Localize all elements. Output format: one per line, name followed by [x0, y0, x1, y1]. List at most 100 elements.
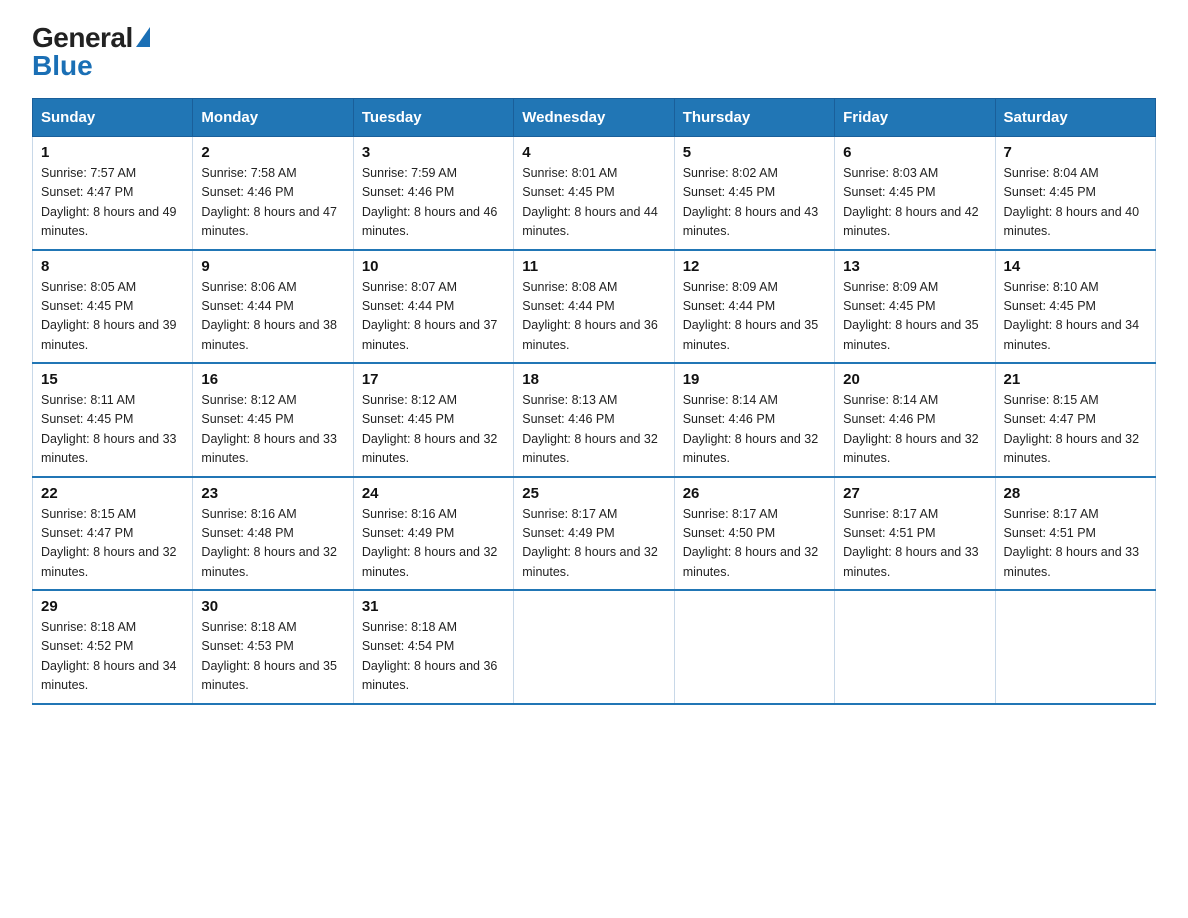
- calendar-cell: 27 Sunrise: 8:17 AMSunset: 4:51 PMDaylig…: [835, 477, 995, 591]
- day-detail: Sunrise: 8:08 AMSunset: 4:44 PMDaylight:…: [522, 280, 658, 352]
- calendar-table: SundayMondayTuesdayWednesdayThursdayFrid…: [32, 98, 1156, 705]
- day-number: 11: [522, 258, 665, 275]
- calendar-cell: [674, 590, 834, 704]
- day-number: 18: [522, 371, 665, 388]
- day-detail: Sunrise: 8:13 AMSunset: 4:46 PMDaylight:…: [522, 393, 658, 465]
- calendar-cell: 9 Sunrise: 8:06 AMSunset: 4:44 PMDayligh…: [193, 250, 353, 364]
- calendar-cell: 20 Sunrise: 8:14 AMSunset: 4:46 PMDaylig…: [835, 363, 995, 477]
- logo-general-text: General: [32, 24, 133, 52]
- day-detail: Sunrise: 8:17 AMSunset: 4:51 PMDaylight:…: [843, 507, 979, 579]
- header-monday: Monday: [193, 99, 353, 137]
- calendar-week-row: 29 Sunrise: 8:18 AMSunset: 4:52 PMDaylig…: [33, 590, 1156, 704]
- calendar-cell: 2 Sunrise: 7:58 AMSunset: 4:46 PMDayligh…: [193, 137, 353, 250]
- day-number: 27: [843, 485, 986, 502]
- day-number: 29: [41, 598, 184, 615]
- day-number: 25: [522, 485, 665, 502]
- calendar-cell: 3 Sunrise: 7:59 AMSunset: 4:46 PMDayligh…: [353, 137, 513, 250]
- calendar-cell: 14 Sunrise: 8:10 AMSunset: 4:45 PMDaylig…: [995, 250, 1155, 364]
- day-detail: Sunrise: 8:18 AMSunset: 4:53 PMDaylight:…: [201, 620, 337, 692]
- calendar-cell: 24 Sunrise: 8:16 AMSunset: 4:49 PMDaylig…: [353, 477, 513, 591]
- day-detail: Sunrise: 8:03 AMSunset: 4:45 PMDaylight:…: [843, 166, 979, 238]
- day-detail: Sunrise: 8:07 AMSunset: 4:44 PMDaylight:…: [362, 280, 498, 352]
- calendar-cell: 17 Sunrise: 8:12 AMSunset: 4:45 PMDaylig…: [353, 363, 513, 477]
- day-number: 15: [41, 371, 184, 388]
- calendar-cell: 10 Sunrise: 8:07 AMSunset: 4:44 PMDaylig…: [353, 250, 513, 364]
- day-number: 14: [1004, 258, 1147, 275]
- calendar-cell: 31 Sunrise: 8:18 AMSunset: 4:54 PMDaylig…: [353, 590, 513, 704]
- calendar-cell: 1 Sunrise: 7:57 AMSunset: 4:47 PMDayligh…: [33, 137, 193, 250]
- day-detail: Sunrise: 8:18 AMSunset: 4:52 PMDaylight:…: [41, 620, 177, 692]
- calendar-cell: 29 Sunrise: 8:18 AMSunset: 4:52 PMDaylig…: [33, 590, 193, 704]
- calendar-cell: 15 Sunrise: 8:11 AMSunset: 4:45 PMDaylig…: [33, 363, 193, 477]
- day-detail: Sunrise: 8:09 AMSunset: 4:44 PMDaylight:…: [683, 280, 819, 352]
- calendar-week-row: 15 Sunrise: 8:11 AMSunset: 4:45 PMDaylig…: [33, 363, 1156, 477]
- logo-blue-text: Blue: [32, 52, 93, 80]
- calendar-cell: 25 Sunrise: 8:17 AMSunset: 4:49 PMDaylig…: [514, 477, 674, 591]
- calendar-week-row: 8 Sunrise: 8:05 AMSunset: 4:45 PMDayligh…: [33, 250, 1156, 364]
- calendar-cell: 4 Sunrise: 8:01 AMSunset: 4:45 PMDayligh…: [514, 137, 674, 250]
- day-detail: Sunrise: 8:12 AMSunset: 4:45 PMDaylight:…: [201, 393, 337, 465]
- calendar-cell: 11 Sunrise: 8:08 AMSunset: 4:44 PMDaylig…: [514, 250, 674, 364]
- header-sunday: Sunday: [33, 99, 193, 137]
- calendar-cell: 5 Sunrise: 8:02 AMSunset: 4:45 PMDayligh…: [674, 137, 834, 250]
- day-number: 5: [683, 144, 826, 161]
- day-number: 16: [201, 371, 344, 388]
- calendar-cell: 16 Sunrise: 8:12 AMSunset: 4:45 PMDaylig…: [193, 363, 353, 477]
- calendar-cell: 19 Sunrise: 8:14 AMSunset: 4:46 PMDaylig…: [674, 363, 834, 477]
- calendar-cell: 7 Sunrise: 8:04 AMSunset: 4:45 PMDayligh…: [995, 137, 1155, 250]
- calendar-week-row: 1 Sunrise: 7:57 AMSunset: 4:47 PMDayligh…: [33, 137, 1156, 250]
- calendar-cell: 18 Sunrise: 8:13 AMSunset: 4:46 PMDaylig…: [514, 363, 674, 477]
- day-detail: Sunrise: 8:17 AMSunset: 4:51 PMDaylight:…: [1004, 507, 1140, 579]
- day-number: 24: [362, 485, 505, 502]
- day-number: 1: [41, 144, 184, 161]
- day-number: 12: [683, 258, 826, 275]
- day-number: 6: [843, 144, 986, 161]
- calendar-cell: 26 Sunrise: 8:17 AMSunset: 4:50 PMDaylig…: [674, 477, 834, 591]
- day-detail: Sunrise: 8:10 AMSunset: 4:45 PMDaylight:…: [1004, 280, 1140, 352]
- calendar-cell: 30 Sunrise: 8:18 AMSunset: 4:53 PMDaylig…: [193, 590, 353, 704]
- day-number: 20: [843, 371, 986, 388]
- calendar-cell: 13 Sunrise: 8:09 AMSunset: 4:45 PMDaylig…: [835, 250, 995, 364]
- day-detail: Sunrise: 8:12 AMSunset: 4:45 PMDaylight:…: [362, 393, 498, 465]
- day-detail: Sunrise: 8:16 AMSunset: 4:48 PMDaylight:…: [201, 507, 337, 579]
- header-wednesday: Wednesday: [514, 99, 674, 137]
- day-number: 26: [683, 485, 826, 502]
- calendar-cell: 8 Sunrise: 8:05 AMSunset: 4:45 PMDayligh…: [33, 250, 193, 364]
- day-detail: Sunrise: 8:16 AMSunset: 4:49 PMDaylight:…: [362, 507, 498, 579]
- day-number: 9: [201, 258, 344, 275]
- day-detail: Sunrise: 8:15 AMSunset: 4:47 PMDaylight:…: [41, 507, 177, 579]
- day-number: 7: [1004, 144, 1147, 161]
- day-number: 30: [201, 598, 344, 615]
- calendar-cell: 12 Sunrise: 8:09 AMSunset: 4:44 PMDaylig…: [674, 250, 834, 364]
- day-detail: Sunrise: 7:59 AMSunset: 4:46 PMDaylight:…: [362, 166, 498, 238]
- day-detail: Sunrise: 8:17 AMSunset: 4:49 PMDaylight:…: [522, 507, 658, 579]
- day-number: 3: [362, 144, 505, 161]
- header-thursday: Thursday: [674, 99, 834, 137]
- header-tuesday: Tuesday: [353, 99, 513, 137]
- calendar-header-row: SundayMondayTuesdayWednesdayThursdayFrid…: [33, 99, 1156, 137]
- day-number: 10: [362, 258, 505, 275]
- calendar-cell: [514, 590, 674, 704]
- header-friday: Friday: [835, 99, 995, 137]
- day-number: 4: [522, 144, 665, 161]
- day-detail: Sunrise: 8:06 AMSunset: 4:44 PMDaylight:…: [201, 280, 337, 352]
- day-number: 19: [683, 371, 826, 388]
- day-number: 28: [1004, 485, 1147, 502]
- calendar-cell: 23 Sunrise: 8:16 AMSunset: 4:48 PMDaylig…: [193, 477, 353, 591]
- calendar-cell: [995, 590, 1155, 704]
- day-detail: Sunrise: 8:15 AMSunset: 4:47 PMDaylight:…: [1004, 393, 1140, 465]
- day-number: 21: [1004, 371, 1147, 388]
- day-number: 17: [362, 371, 505, 388]
- calendar-cell: 21 Sunrise: 8:15 AMSunset: 4:47 PMDaylig…: [995, 363, 1155, 477]
- day-detail: Sunrise: 7:58 AMSunset: 4:46 PMDaylight:…: [201, 166, 337, 238]
- day-number: 31: [362, 598, 505, 615]
- day-detail: Sunrise: 8:04 AMSunset: 4:45 PMDaylight:…: [1004, 166, 1140, 238]
- day-number: 23: [201, 485, 344, 502]
- logo: General Blue: [32, 24, 150, 80]
- calendar-cell: 28 Sunrise: 8:17 AMSunset: 4:51 PMDaylig…: [995, 477, 1155, 591]
- day-number: 8: [41, 258, 184, 275]
- day-detail: Sunrise: 8:05 AMSunset: 4:45 PMDaylight:…: [41, 280, 177, 352]
- day-detail: Sunrise: 8:18 AMSunset: 4:54 PMDaylight:…: [362, 620, 498, 692]
- day-detail: Sunrise: 8:14 AMSunset: 4:46 PMDaylight:…: [683, 393, 819, 465]
- calendar-week-row: 22 Sunrise: 8:15 AMSunset: 4:47 PMDaylig…: [33, 477, 1156, 591]
